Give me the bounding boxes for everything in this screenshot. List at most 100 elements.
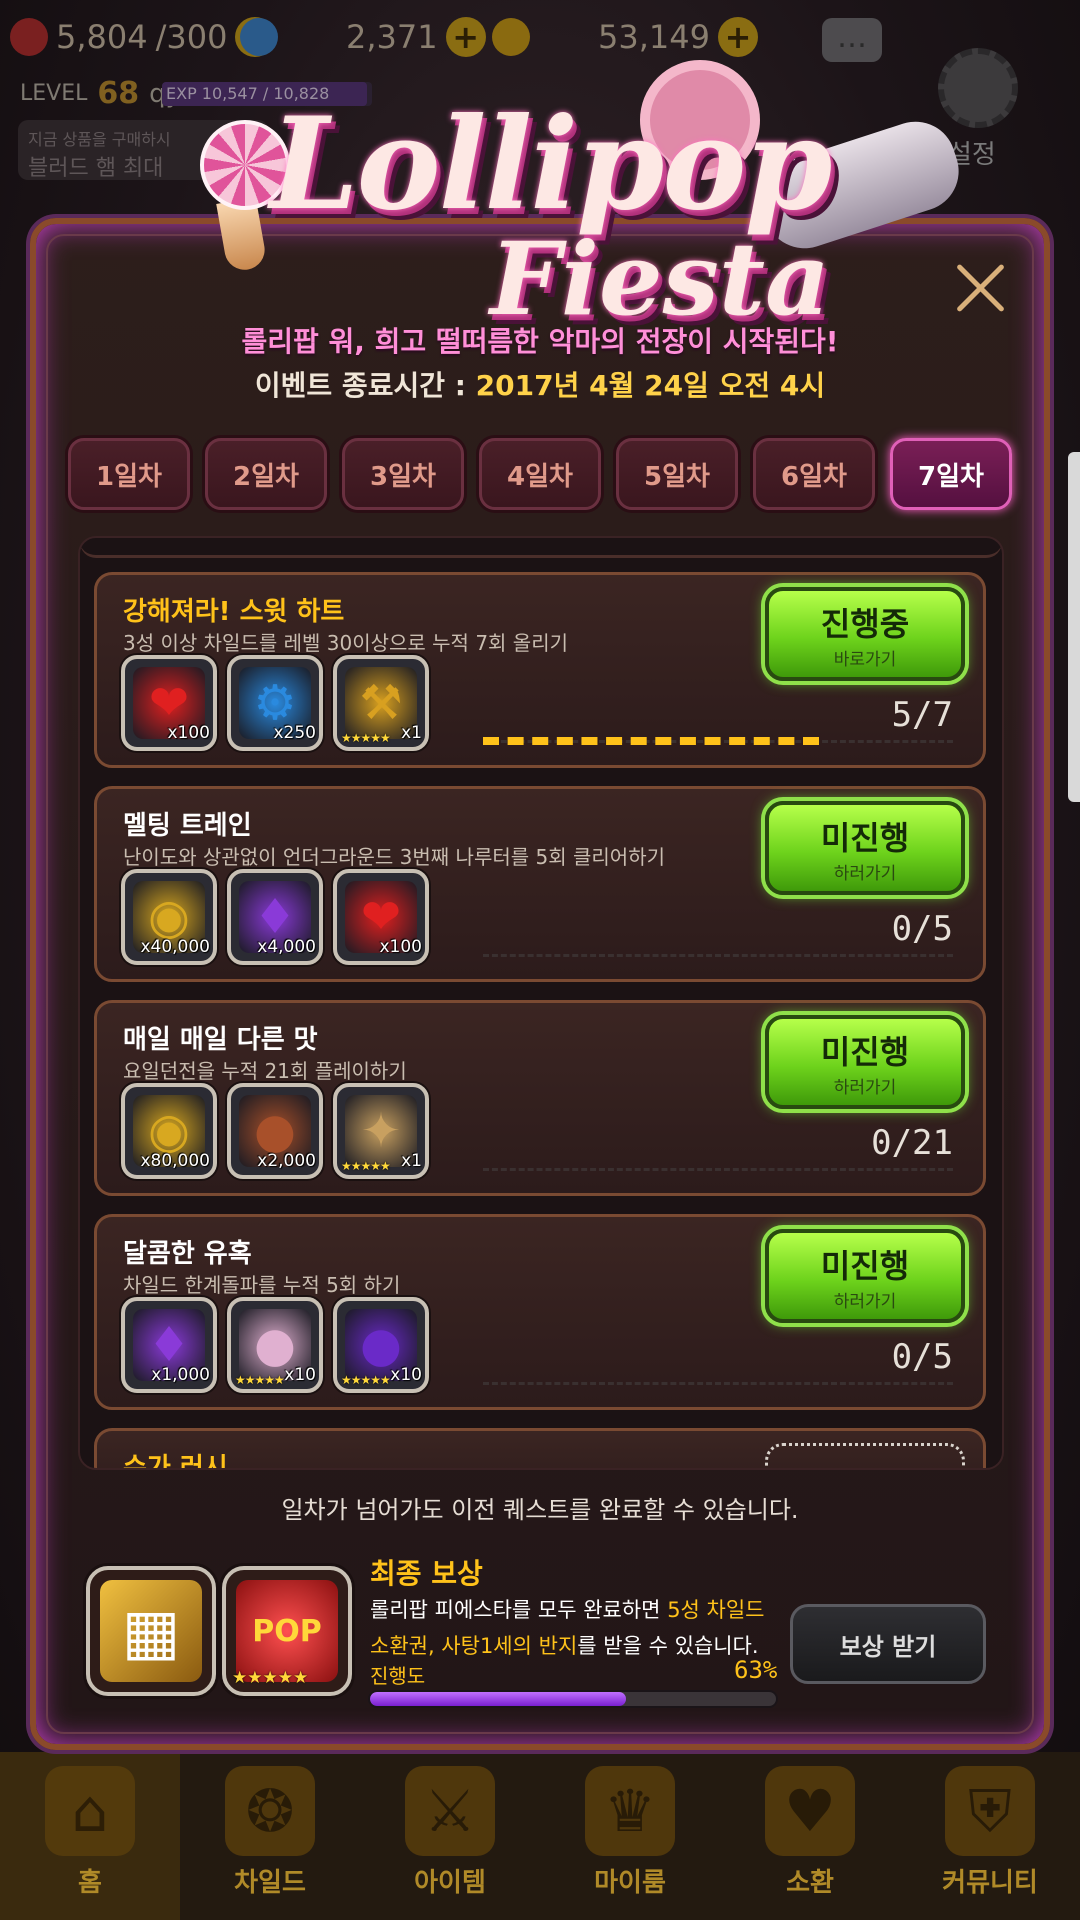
settings-gear-icon[interactable] (938, 48, 1018, 128)
end-time-label: 이벤트 종료시간 : (254, 369, 476, 402)
add-currency2-button[interactable]: + (445, 17, 486, 57)
quest-rewards: ❤ x100 ⚙ x250 ⚒ x1 ★★★★★ (121, 655, 429, 751)
reward-qty: x100 (167, 723, 210, 743)
reward-slot[interactable]: ● x10 ★★★★★ (333, 1297, 429, 1393)
quest-progress-text: 0/5 (891, 909, 953, 949)
close-icon[interactable] (950, 258, 1010, 318)
quest-list[interactable]: 강해져라! 스윗 하트 3성 이상 차일드를 레벨 30이상으로 누적 7회 올리… (78, 536, 1004, 1470)
quest-rewards: ◉ x80,000 ● x2,000 ✦ x1 ★★★★★ (121, 1083, 429, 1179)
final-reward-ring[interactable]: POP ★★★★★ (222, 1566, 352, 1696)
quest-title: 강해져라! 스윗 하트 (123, 597, 345, 627)
reward-stars: ★★★★★ (235, 1373, 285, 1387)
tab-day-2[interactable]: 2일차 (205, 438, 327, 510)
home-gate-icon: ⌂ (45, 1766, 135, 1856)
final-rewards: ▦ POP ★★★★★ (86, 1566, 352, 1696)
tab-day-3[interactable]: 3일차 (342, 438, 464, 510)
nav-item-4[interactable]: ♛ 마이룸 (540, 1752, 720, 1920)
quest-action-button[interactable]: 진행중 바로가기 (765, 587, 965, 681)
tab-day-7[interactable]: 7일차 (890, 438, 1012, 510)
shield-crest-icon: ⛨ (945, 1766, 1035, 1856)
quest-action-button[interactable]: 미진행하러가기 (765, 1229, 965, 1323)
quest-progress-track (483, 1167, 953, 1171)
quest-action-button[interactable]: 미진행 하러가기 (765, 1015, 965, 1109)
tab-day-5[interactable]: 5일차 (616, 438, 738, 510)
reward-qty: x4,000 (257, 937, 316, 957)
add-currency3-button[interactable]: + (717, 17, 758, 57)
sword-shield-icon: ⚔ (405, 1766, 495, 1856)
quest-button-sublabel: 하러가기 (833, 1292, 897, 1312)
final-reward-ticket[interactable]: ▦ (86, 1566, 216, 1696)
reward-slot[interactable]: ⚒ x1 ★★★★★ (333, 655, 429, 751)
quest-button-sublabel: 바로가기 (833, 650, 897, 670)
end-time-value: 2017년 4월 24일 오전 4시 (475, 369, 826, 402)
quest-button-sublabel: 하러가기 (833, 864, 897, 884)
reward-slot[interactable]: ❤ x100 (121, 655, 217, 751)
nav-item-3[interactable]: ⚔ 아이템 (360, 1752, 540, 1920)
quest-card: 달콤한 유혹 차일드 한계돌파를 누적 5회 하기 ♦ x1,000 ● x10 ★★★★★… (94, 1214, 986, 1410)
quest-title: 멜팅 트레인 (123, 811, 252, 841)
heart-icon (10, 18, 48, 56)
quest-progress-track (483, 1381, 953, 1385)
quest-progress-track (483, 737, 953, 745)
tab-day-4[interactable]: 4일차 (479, 438, 601, 510)
nav-label: 소환 (786, 1868, 834, 1898)
reward-slot[interactable]: ● x10 ★★★★★ (227, 1297, 323, 1393)
claim-reward-button[interactable]: 보상 받기 (790, 1604, 986, 1684)
event-end-time: 이벤트 종료시간 : 2017년 4월 24일 오전 4시 (0, 364, 1080, 404)
quest-title: 달콤한 유혹 (123, 1239, 252, 1269)
quest-progress-text: 0/5 (891, 1337, 953, 1377)
reward-slot[interactable]: ⚙ x250 (227, 655, 323, 751)
progress-percent: 63% (734, 1656, 778, 1684)
bottom-nav: ⌂ 홈 ❂ 차일드 ⚔ 아이템 ♛ 마이룸 ♥ 소환 ⛨ 커뮤니티 (0, 1752, 1080, 1920)
reward-qty: x100 (379, 937, 422, 957)
tab-day-1[interactable]: 1일차 (68, 438, 190, 510)
quest-action-button-locked[interactable] (765, 1443, 965, 1468)
quest-rewards: ♦ x1,000 ● x10 ★★★★★ ● x10 ★★★★★ (121, 1297, 429, 1393)
quest-card: 멜팅 트레인 난이도와 상관없이 언더그라운드 3번째 나루터를 5회 클리어하기… (94, 786, 986, 982)
quest-note: 일차가 넘어가도 이전 퀘스트를 완료할 수 있습니다. (281, 1496, 799, 1524)
quest-button-label: 미진행 (820, 1247, 910, 1285)
reward-slot[interactable]: ❤ x100 (333, 869, 429, 965)
reward-slot[interactable]: ✦ x1 ★★★★★ (333, 1083, 429, 1179)
nav-item-2[interactable]: ❂ 차일드 (180, 1752, 360, 1920)
nav-label: 홈 (78, 1868, 102, 1898)
final-desc-hl1: 5성 차일드 (667, 1598, 765, 1622)
tab-day-6[interactable]: 6일차 (753, 438, 875, 510)
quest-card-partial: 슈가 러시 (94, 1428, 986, 1468)
summon-ticket-icon: ▦ (100, 1580, 202, 1682)
nav-label: 커뮤니티 (942, 1868, 1038, 1898)
crown-laurel-icon: ♛ (585, 1766, 675, 1856)
currency2-counter: 2,371 + (240, 12, 486, 62)
nav-item-1[interactable]: ⌂ 홈 (0, 1752, 180, 1920)
reward-slot[interactable]: ● x2,000 (227, 1083, 323, 1179)
reward-stars: ★★★★★ (341, 731, 391, 745)
reward-slot[interactable]: ◉ x80,000 (121, 1083, 217, 1179)
chat-icon[interactable]: … (822, 18, 882, 62)
reward-slot[interactable]: ♦ x1,000 (121, 1297, 217, 1393)
nav-label: 차일드 (234, 1868, 306, 1898)
ring-stars: ★★★★★ (232, 1668, 309, 1688)
list-scroll-edge (80, 538, 1002, 558)
nav-label: 아이템 (414, 1868, 486, 1898)
reward-stars: ★★★★★ (341, 1159, 391, 1173)
final-desc-pre: 롤리팝 피에스타를 모두 완료하면 (370, 1598, 668, 1622)
reward-slot[interactable]: ♦ x4,000 (227, 869, 323, 965)
flame-eye-icon: ❂ (225, 1766, 315, 1856)
reward-qty: x10 (390, 1365, 422, 1385)
edge-panel-handle[interactable] (1068, 452, 1080, 802)
hearts-counter: 5,804/300 + (10, 12, 276, 62)
reward-qty: x1 (401, 1151, 422, 1171)
quest-title: 매일 매일 다른 맛 (123, 1025, 318, 1055)
reward-slot[interactable]: ◉ x40,000 (121, 869, 217, 965)
quest-action-button[interactable]: 미진행 하러가기 (765, 801, 965, 895)
nav-item-5[interactable]: ♥ 소환 (720, 1752, 900, 1920)
quest-progress-text: 0/21 (871, 1123, 953, 1163)
final-desc-post: 를 받을 수 있습니다. (577, 1634, 759, 1658)
day-tabs: 1일차 2일차 3일차 4일차 5일차 6일차 7일차 (68, 438, 1012, 510)
quest-progress-text: 5/7 (891, 695, 953, 735)
quest-button-sublabel: 하러가기 (833, 1078, 897, 1098)
currency3-counter: 53,149 + (492, 12, 758, 62)
quest-progress-fill (483, 737, 819, 745)
level-value: 68 (97, 76, 140, 111)
nav-item-6[interactable]: ⛨ 커뮤니티 (900, 1752, 1080, 1920)
